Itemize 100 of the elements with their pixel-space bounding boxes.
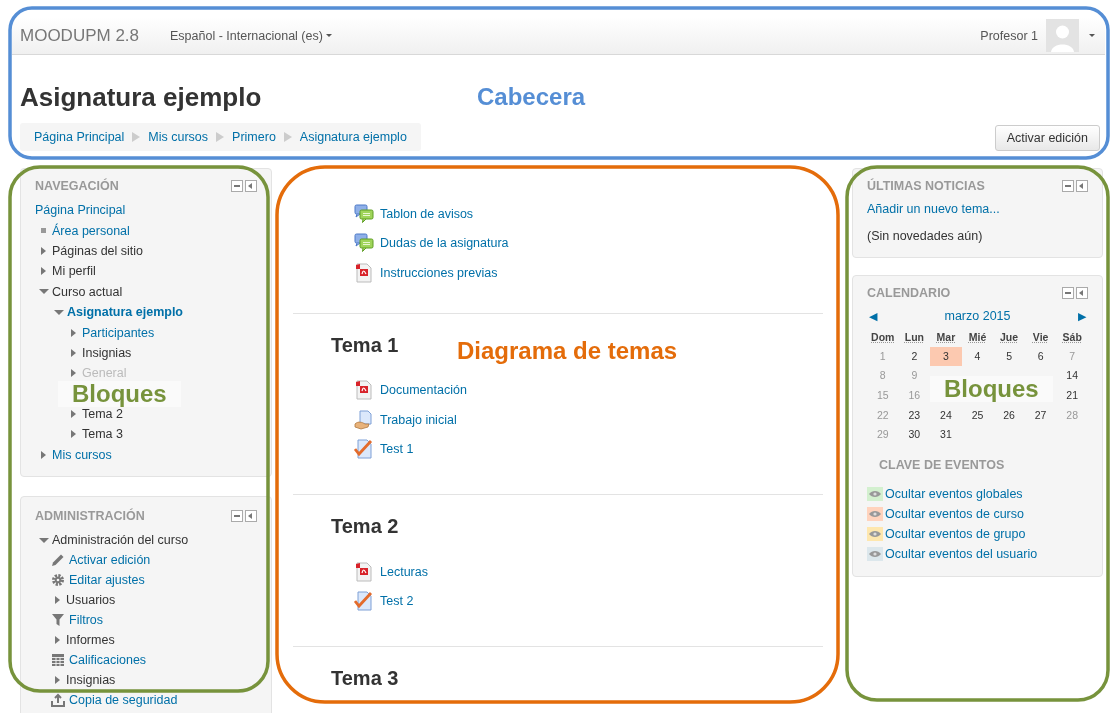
calendar-day[interactable]: 25 [961, 405, 994, 426]
hide-events-link[interactable]: Ocultar eventos del usuario [885, 547, 1038, 562]
weekday-header: Jue [999, 330, 1020, 343]
calendar-day[interactable]: 24 [930, 405, 962, 426]
breadcrumb-link[interactable]: Primero [232, 130, 276, 144]
calendar-day[interactable]: 5 [993, 346, 1025, 367]
next-month-button[interactable]: ▶ [1078, 309, 1086, 323]
activity-link[interactable]: Documentación [380, 383, 467, 398]
site-name[interactable]: MOODUPM 2.8 [20, 25, 140, 46]
minimize-icon[interactable] [1062, 287, 1074, 299]
calendar-day[interactable]: 4 [961, 346, 994, 367]
calendar-day[interactable]: 14 [1056, 366, 1088, 387]
activity-link[interactable]: Test 2 [380, 594, 414, 609]
breadcrumb-link[interactable]: Página Principal [34, 130, 125, 144]
calendar-day[interactable]: 6 [1024, 346, 1057, 367]
activity-link[interactable]: Test 1 [380, 442, 414, 457]
nav-item[interactable]: Insignias [82, 345, 132, 360]
block-title: NAVEGACIÓN [35, 179, 120, 193]
admin-item[interactable]: Administración del curso [52, 533, 189, 548]
calendar-day[interactable]: 30 [898, 425, 931, 446]
nav-item[interactable]: Participantes [82, 325, 155, 340]
calendar-day[interactable]: 26 [993, 405, 1025, 426]
admin-item[interactable]: Insignias [66, 673, 116, 688]
month-title[interactable]: marzo 2015 [944, 309, 1011, 323]
calendar-day[interactable]: 2 [898, 346, 931, 367]
dock-icon[interactable] [1076, 287, 1088, 299]
filter-icon [51, 613, 65, 628]
annotation-label: Bloques [930, 376, 1053, 402]
calendar-day[interactable]: 23 [898, 405, 931, 426]
annotation-label: Diagrama de temas [457, 338, 678, 364]
add-topic-link[interactable]: Añadir un nuevo tema... [867, 200, 1088, 218]
hide-events-link[interactable]: Ocultar eventos de curso [885, 507, 1024, 522]
separator-icon [216, 132, 225, 142]
hand-document-icon [354, 409, 374, 430]
user-name[interactable]: Profesor 1 [980, 28, 1038, 43]
quiz-check-icon [354, 591, 374, 612]
events-key-title: CLAVE DE EVENTOS [879, 457, 1006, 475]
minimize-icon[interactable] [231, 180, 243, 192]
minimize-icon[interactable] [1062, 180, 1074, 192]
activity-link[interactable]: Instrucciones previas [380, 265, 498, 280]
no-news-text: (Sin novedades aún) [867, 228, 984, 245]
previous-month-button[interactable]: ◀ [869, 309, 877, 323]
admin-item[interactable]: Informes [66, 633, 115, 648]
separator-icon [132, 132, 141, 142]
pdf-icon [354, 262, 374, 283]
breadcrumb-link[interactable]: Mis cursos [148, 130, 209, 144]
admin-item[interactable]: Calificaciones [69, 653, 147, 668]
block-title: CALENDARIO [867, 286, 952, 300]
admin-item[interactable]: Editar ajustes [69, 573, 145, 588]
nav-item[interactable]: Tema 2 [82, 407, 123, 422]
eye-icon[interactable] [867, 547, 883, 562]
dock-icon[interactable] [1076, 180, 1088, 192]
nav-item[interactable]: Curso actual [52, 284, 123, 299]
page-title: Asignatura ejemplo [20, 81, 262, 113]
nav-item[interactable]: Mi perfil [52, 264, 96, 279]
activity-link[interactable]: Trabajo inicial [380, 412, 457, 427]
annotation-label: Bloques [58, 381, 181, 407]
calendar-day[interactable]: 27 [1024, 405, 1057, 426]
eye-icon[interactable] [867, 507, 883, 522]
activity-link[interactable]: Lecturas [380, 564, 428, 579]
admin-item[interactable]: Activar edición [69, 553, 151, 568]
annotation-label: Cabecera [477, 84, 586, 110]
eye-icon[interactable] [867, 487, 883, 502]
calendar-day[interactable]: 21 [1056, 386, 1088, 406]
section-title: Tema 3 [331, 667, 399, 689]
weekday-header: Mar [935, 330, 957, 343]
admin-item[interactable]: Copia de seguridad [69, 693, 178, 708]
activity-link[interactable]: Tablon de avisos [380, 206, 474, 221]
caret-icon[interactable] [325, 34, 332, 37]
eye-icon[interactable] [867, 527, 883, 542]
nav-item[interactable]: Páginas del sitio [52, 243, 144, 258]
hide-events-link[interactable]: Ocultar eventos de grupo [885, 527, 1026, 542]
edit-mode-button[interactable]: Activar edición [994, 125, 1100, 151]
weekday-header: Sáb [1061, 330, 1083, 343]
table-icon [51, 653, 65, 668]
calendar-day[interactable]: 31 [930, 425, 962, 446]
dock-icon[interactable] [245, 180, 257, 192]
minimize-icon[interactable] [231, 510, 243, 523]
hide-events-link[interactable]: Ocultar eventos globales [885, 487, 1023, 502]
weekday-header: Dom [870, 330, 896, 343]
language-menu[interactable]: Español - Internacional (es) [170, 28, 323, 43]
nav-item[interactable]: Asignatura ejemplo [67, 305, 183, 320]
activity-link[interactable]: Dudas de la asignatura [380, 236, 509, 251]
breadcrumb-link[interactable]: Asignatura ejemplo [299, 130, 407, 144]
nav-item[interactable]: Tema 3 [82, 427, 123, 442]
separator-icon [283, 132, 292, 142]
nav-item[interactable]: Área personal [52, 223, 130, 238]
dock-icon[interactable] [245, 510, 257, 523]
block-title: ÚLTIMAS NOTICIAS [867, 179, 986, 193]
block-title: ADMINISTRACIÓN [35, 509, 146, 524]
quiz-check-icon [354, 439, 374, 460]
calendar-day[interactable]: 3 [930, 346, 962, 367]
admin-item[interactable]: Usuarios [66, 593, 116, 608]
nav-item[interactable]: Mis cursos [52, 447, 112, 462]
pencil-icon [51, 553, 65, 568]
admin-item[interactable]: Filtros [69, 613, 104, 628]
forum-icon [354, 203, 374, 224]
nav-item[interactable]: Página Principal [35, 203, 126, 218]
caret-icon[interactable] [1089, 34, 1095, 37]
pdf-icon [354, 561, 374, 582]
